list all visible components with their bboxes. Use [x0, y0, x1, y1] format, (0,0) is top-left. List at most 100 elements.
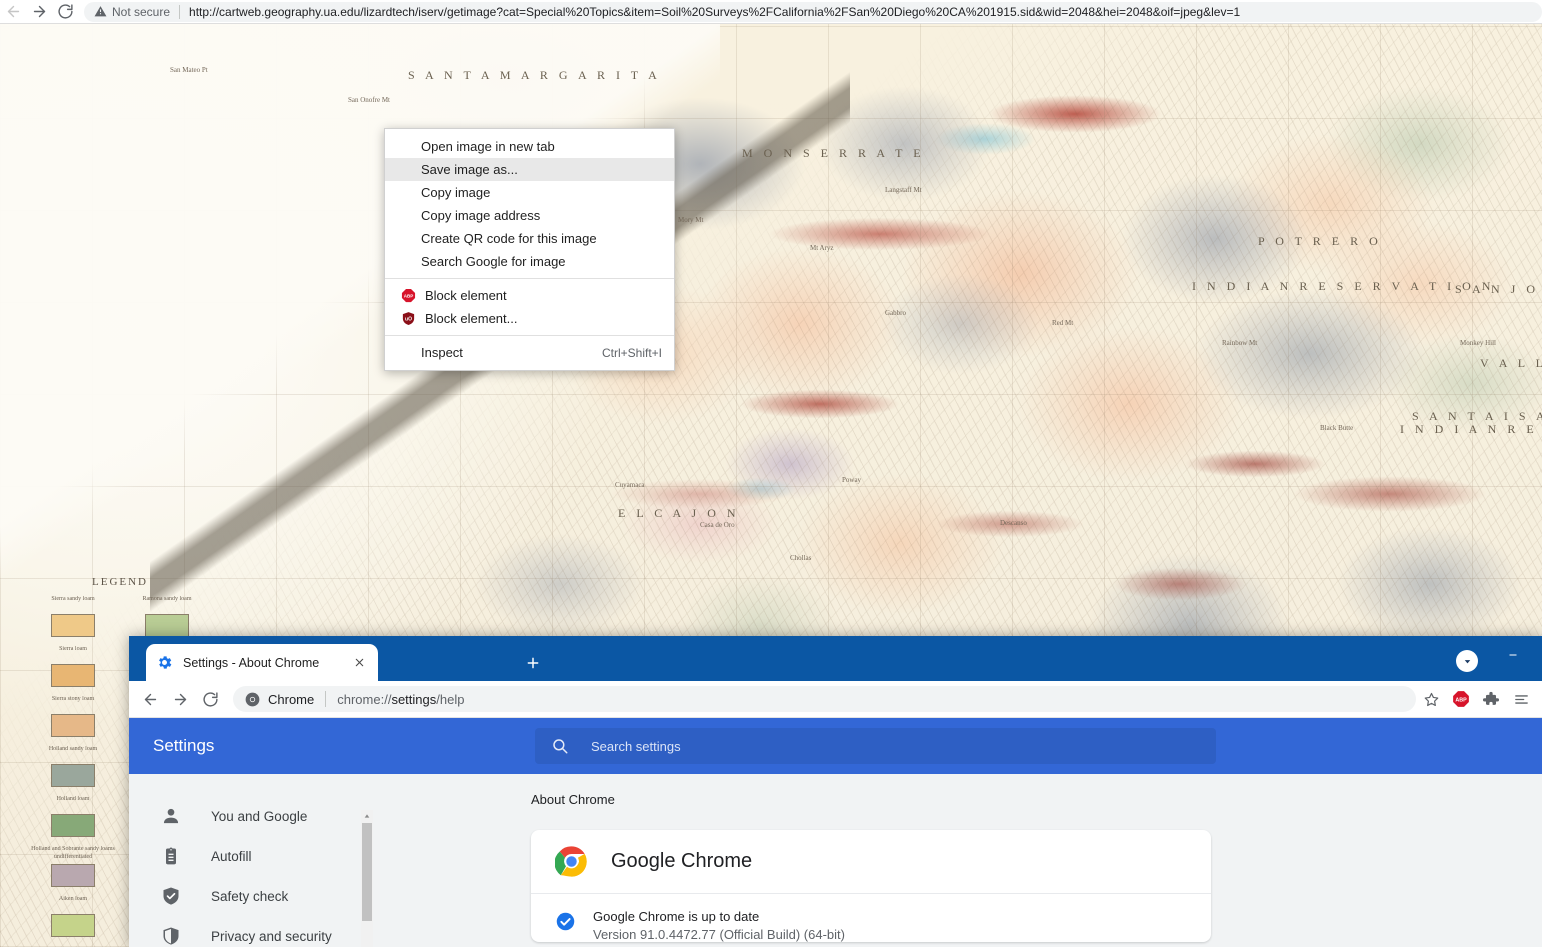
legend-entry-swatch — [51, 614, 95, 637]
context-menu-item-label: Save image as... — [421, 162, 518, 177]
chrome-settings-window: Settings - About Chrome Chrome chrome://… — [129, 636, 1542, 947]
update-status-row: Google Chrome is up to date Version 91.0… — [531, 894, 1211, 942]
url-suffix: /help — [436, 691, 465, 707]
settings-body: You and Google Autofill Safety check Privac… — [129, 774, 1542, 947]
legend-entry: Ramona sandy loam — [124, 596, 210, 637]
tab-settings-about-chrome[interactable]: Settings - About Chrome — [146, 644, 378, 681]
scroll-up-arrow-icon[interactable] — [361, 810, 373, 822]
legend-entry-caption: Holland sandy loam — [48, 746, 98, 752]
address-bar[interactable]: Not secure http://cartweb.geography.ua.e… — [84, 1, 1542, 22]
adblock-plus-icon[interactable]: ABP — [1446, 684, 1476, 714]
three-line-menu-icon[interactable] — [1506, 684, 1536, 714]
image-context-menu[interactable]: Open image in new tab Save image as... Cop… — [384, 128, 675, 371]
legend-entry: Aiken loam — [30, 896, 116, 937]
search-settings-field[interactable]: Search settings — [535, 728, 1216, 764]
card-title: Google Chrome — [611, 850, 753, 872]
settings-back-button[interactable] — [135, 684, 165, 714]
context-menu-item[interactable]: Open image in new tab — [385, 135, 674, 158]
context-menu-item-label: Inspect — [421, 345, 463, 360]
legend-entry: Sierra stony loam — [30, 696, 116, 737]
address-bar-url: http://cartweb.geography.ua.edu/lizardte… — [189, 4, 1241, 19]
warning-triangle-icon — [94, 5, 107, 18]
card-header: Google Chrome — [531, 830, 1211, 893]
legend-entry: Sierra sandy loam — [30, 596, 116, 637]
sidebar-item-label: Safety check — [211, 888, 289, 904]
update-status-title: Google Chrome is up to date — [593, 909, 760, 924]
legend-entry-swatch — [51, 914, 95, 937]
close-icon[interactable] — [350, 654, 368, 672]
sidebar-item-label: Privacy and security — [211, 928, 332, 944]
legend-entry-caption: Sierra sandy loam — [51, 596, 95, 602]
context-menu-item-label: Search Google for image — [421, 254, 566, 269]
puzzle-piece-icon[interactable] — [1476, 684, 1506, 714]
adblock-plus-icon: ABP — [399, 287, 417, 305]
legend-entry-caption: Holland and Sobrante sandy loams undiffe… — [31, 846, 115, 860]
settings-address-bar[interactable]: Chrome chrome://settings/help — [233, 686, 1416, 712]
context-menu-item-label: Block element — [425, 288, 507, 303]
context-menu-item[interactable]: Search Google for image — [385, 250, 674, 273]
reload-button[interactable] — [52, 1, 78, 23]
back-button[interactable] — [0, 1, 26, 23]
settings-main-content: About Chrome Google Chrome Google Chrome… — [383, 774, 1542, 947]
front-window-toolbar: Chrome chrome://settings/help ABP — [129, 681, 1542, 718]
context-menu-item[interactable]: ABP Block element — [385, 284, 674, 307]
legend-entry-caption: Sierra stony loam — [51, 696, 95, 702]
omnibox-chip-label: Chrome — [268, 691, 315, 707]
legend-entry-caption: Aiken loam — [58, 896, 88, 902]
sidebar-item-autofill[interactable]: Autofill — [129, 836, 383, 876]
settings-nav-list: You and Google Autofill Safety check Privac… — [129, 796, 383, 947]
sidebar-item-safety-check[interactable]: Safety check — [129, 876, 383, 916]
settings-brand-title: Settings — [153, 736, 215, 755]
tab-strip: Settings - About Chrome — [129, 636, 1542, 681]
chrome-version: Version 91.0.4472.77 (Official Build) (6… — [593, 927, 845, 942]
context-menu-item[interactable]: Copy image address — [385, 204, 674, 227]
context-menu-item-shortcut: Ctrl+Shift+I — [601, 345, 662, 360]
settings-sidebar: You and Google Autofill Safety check Privac… — [129, 774, 383, 947]
settings-forward-button[interactable] — [165, 684, 195, 714]
legend-entry-swatch — [51, 864, 95, 887]
context-menu-item-label: Block element... — [425, 311, 518, 326]
shield-check-icon — [161, 886, 181, 906]
omnibox-divider — [325, 691, 327, 707]
settings-gear-icon — [156, 654, 173, 671]
scrollbar-thumb[interactable] — [362, 823, 372, 921]
person-icon — [161, 806, 181, 826]
settings-page: Settings Search settings You and Google A… — [129, 718, 1542, 947]
context-menu-item[interactable]: Create QR code for this image — [385, 227, 674, 250]
legend-entry-swatch — [145, 614, 189, 637]
settings-header-bar: Settings Search settings — [129, 718, 1542, 774]
legend-entry-caption: Holland loam — [56, 796, 90, 802]
context-menu-item-label: Open image in new tab — [421, 139, 555, 154]
sidebar-item-label: You and Google — [211, 808, 308, 824]
downloads-chevron-icon[interactable] — [1456, 650, 1478, 672]
context-menu-item[interactable]: uO Block element... — [385, 307, 674, 330]
search-icon — [551, 737, 569, 755]
sidebar-item-you-and-google[interactable]: You and Google — [129, 796, 383, 836]
star-icon[interactable] — [1416, 684, 1446, 714]
minimize-icon[interactable] — [1497, 644, 1529, 666]
sidebar-item-privacy-and-security[interactable]: Privacy and security — [129, 916, 383, 947]
legend-entry: Holland sandy loam — [30, 746, 116, 787]
legend-entry-swatch — [51, 814, 95, 837]
context-menu-item[interactable]: Inspect Ctrl+Shift+I — [385, 341, 674, 364]
settings-url: chrome://settings/help — [337, 692, 464, 707]
clipboard-icon — [161, 846, 181, 866]
settings-reload-button[interactable] — [195, 684, 225, 714]
context-menu-item[interactable]: Copy image — [385, 181, 674, 204]
context-menu-item[interactable]: Save image as... — [385, 158, 674, 181]
svg-text:ABP: ABP — [1455, 697, 1467, 703]
legend-entry: Holland loam — [30, 796, 116, 837]
context-menu-separator — [385, 278, 674, 279]
search-settings-placeholder: Search settings — [591, 738, 681, 754]
context-menu-item-label: Copy image address — [421, 208, 541, 223]
sidebar-scrollbar[interactable] — [361, 810, 373, 947]
url-highlight: settings — [391, 691, 437, 707]
sidebar-item-label: Autofill — [211, 848, 252, 864]
plus-icon[interactable] — [519, 650, 547, 676]
legend-entry-swatch — [51, 764, 95, 787]
legend-entry: Holland and Sobrante sandy loams undiffe… — [30, 846, 116, 887]
forward-button[interactable] — [26, 1, 52, 23]
legend-entry-swatch — [51, 714, 95, 737]
update-status-text: Google Chrome is up to date Version 91.0… — [593, 909, 845, 942]
legend-entry-caption: Sierra loam — [59, 646, 87, 652]
